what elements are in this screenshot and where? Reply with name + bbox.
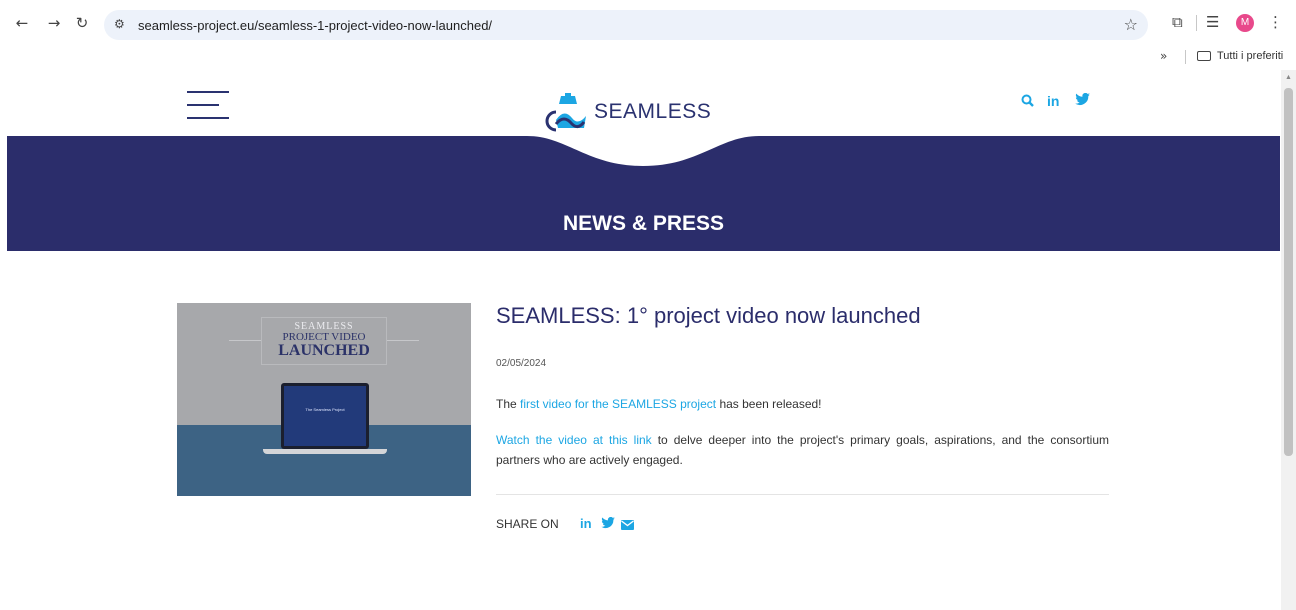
url-text[interactable]: seamless-project.eu/seamless-1-project-v… bbox=[138, 18, 492, 33]
thumbnail-line3: LAUNCHED bbox=[278, 342, 370, 359]
p1-text-before: The bbox=[496, 397, 521, 411]
back-icon[interactable]: ← bbox=[11, 12, 33, 34]
address-bar[interactable]: ⚙ seamless-project.eu/seamless-1-project… bbox=[104, 10, 1148, 40]
extensions-icon[interactable]: ⧉ bbox=[1172, 13, 1183, 31]
website: SEAMLESS in NEWS & PRESS SEAMLESS PROJEC… bbox=[7, 70, 1280, 610]
page-scrollbar[interactable]: ▲ bbox=[1281, 70, 1296, 610]
laptop-screen-caption: The Seamless Project bbox=[305, 407, 345, 412]
watch-video-link[interactable]: Watch the video at this link bbox=[496, 433, 652, 447]
site-logo[interactable]: SEAMLESS bbox=[542, 90, 717, 134]
menu-icon[interactable]: ⋮ bbox=[1268, 13, 1283, 31]
forward-icon[interactable]: → bbox=[43, 12, 65, 34]
browser-toolbar: ← → ↻ ⚙ seamless-project.eu/seamless-1-p… bbox=[0, 0, 1296, 50]
laptop-base bbox=[263, 449, 387, 454]
twitter-icon[interactable] bbox=[601, 516, 615, 532]
email-icon[interactable] bbox=[621, 518, 634, 533]
reading-list-icon[interactable]: ☰ bbox=[1206, 13, 1219, 31]
reload-icon[interactable]: ↻ bbox=[71, 12, 93, 34]
p1-text-after: has been released! bbox=[716, 397, 822, 411]
search-icon[interactable] bbox=[1021, 94, 1034, 110]
seamless-logo-icon bbox=[545, 93, 586, 132]
logo-text: SEAMLESS bbox=[594, 100, 712, 123]
bookmarks-divider bbox=[1185, 50, 1186, 64]
article-paragraph-1: The first video for the SEAMLESS project… bbox=[496, 397, 822, 411]
share-label: SHARE ON bbox=[496, 517, 559, 531]
article-title[interactable]: SEAMLESS: 1° project video now launched bbox=[496, 303, 921, 329]
article-thumbnail[interactable]: SEAMLESS PROJECT VIDEO LAUNCHED The Seam… bbox=[177, 303, 471, 496]
news-press-banner: NEWS & PRESS bbox=[7, 136, 1280, 251]
hamburger-menu-icon[interactable] bbox=[187, 89, 229, 123]
scrollbar-thumb[interactable] bbox=[1284, 88, 1293, 456]
bookmarks-more-icon[interactable]: » bbox=[1160, 49, 1167, 63]
toolbar-divider bbox=[1196, 15, 1197, 31]
article-date: 02/05/2024 bbox=[496, 358, 547, 369]
section-title: NEWS & PRESS bbox=[562, 212, 725, 235]
linkedin-icon[interactable]: in bbox=[1047, 93, 1059, 109]
folder-icon[interactable] bbox=[1197, 51, 1211, 61]
wave-shape bbox=[7, 136, 1280, 166]
article-divider bbox=[496, 494, 1109, 495]
bookmark-star-icon[interactable]: ☆ bbox=[1124, 15, 1138, 34]
laptop-screen: The Seamless Project bbox=[281, 383, 369, 449]
scroll-up-arrow-icon[interactable]: ▲ bbox=[1285, 74, 1292, 81]
bookmarks-folder-label[interactable]: Tutti i preferiti bbox=[1217, 50, 1283, 62]
bookmarks-bar: » Tutti i preferiti bbox=[0, 46, 1296, 68]
linkedin-icon[interactable]: in bbox=[580, 516, 592, 531]
twitter-icon[interactable] bbox=[1075, 92, 1090, 109]
profile-avatar[interactable]: M bbox=[1236, 14, 1254, 32]
site-settings-icon[interactable]: ⚙ bbox=[114, 17, 125, 31]
article-paragraph-2: Watch the video at this link to delve de… bbox=[496, 430, 1109, 470]
first-video-link[interactable]: first video for the SEAMLESS project bbox=[520, 397, 716, 411]
